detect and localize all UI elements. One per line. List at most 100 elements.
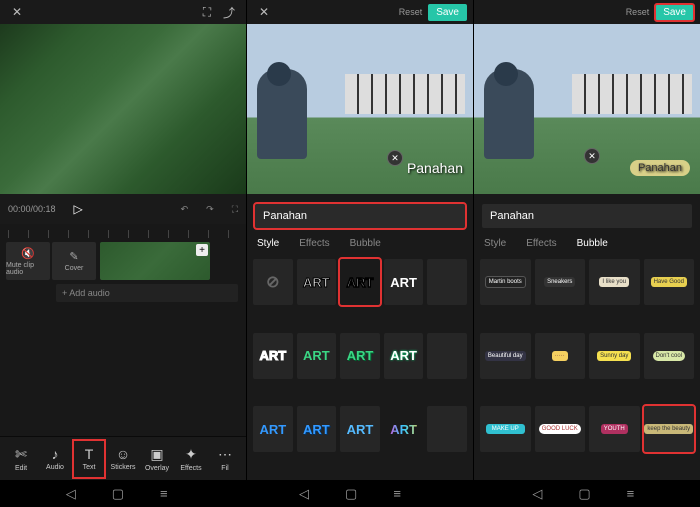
- style-option[interactable]: ART: [297, 333, 337, 379]
- cover-tile[interactable]: ✎ Cover: [52, 242, 96, 280]
- tab-style[interactable]: Style: [484, 238, 506, 249]
- cover-label: Cover: [65, 265, 84, 272]
- stickers-button[interactable]: ☺Stickers: [106, 439, 140, 479]
- bubble-label: Have Good: [651, 277, 687, 287]
- bubble-option[interactable]: GOOD LUCK: [535, 406, 586, 452]
- back-icon[interactable]: ◁: [532, 486, 542, 502]
- style-option[interactable]: [427, 259, 467, 305]
- mute-clip-tile[interactable]: 🔇 Mute clip audio: [6, 242, 50, 280]
- play-button[interactable]: ▷: [74, 202, 83, 216]
- bubble-option[interactable]: Don't cool: [644, 333, 695, 379]
- home-icon[interactable]: ▢: [112, 486, 124, 502]
- bubble-grid: Martin boots Sneakers I like you Have Go…: [474, 255, 700, 480]
- bubble-option[interactable]: Sneakers: [535, 259, 586, 305]
- edit-button[interactable]: ✄Edit: [4, 439, 38, 479]
- bubble-option-selected[interactable]: keep the beauty: [644, 406, 695, 452]
- undo-icon[interactable]: ↶: [181, 204, 189, 215]
- style-option-selected[interactable]: ART: [340, 259, 380, 305]
- bubble-option[interactable]: Martin boots: [480, 259, 531, 305]
- tab-effects[interactable]: Effects: [526, 238, 556, 249]
- bubble-label: keep the beauty: [644, 424, 693, 434]
- tab-bubble[interactable]: Bubble: [350, 238, 381, 249]
- reset-button[interactable]: Reset: [399, 7, 423, 17]
- fullscreen-icon[interactable]: ⛶: [232, 204, 238, 215]
- archery-targets: [572, 74, 692, 114]
- close-icon[interactable]: ✕: [255, 3, 273, 21]
- style-option[interactable]: ART: [340, 406, 380, 452]
- bubble-option[interactable]: Sunny day: [589, 333, 640, 379]
- recent-icon[interactable]: ≡: [160, 486, 168, 501]
- bubble-option[interactable]: I like you: [589, 259, 640, 305]
- text-button[interactable]: T Text: [72, 439, 106, 479]
- style-option[interactable]: ART: [253, 406, 293, 452]
- style-option[interactable]: ART: [384, 406, 424, 452]
- text-input[interactable]: [482, 204, 692, 228]
- expand-icon[interactable]: ⛶: [198, 3, 216, 21]
- close-icon[interactable]: ✕: [8, 3, 26, 21]
- video-preview[interactable]: ✕ Panahan: [474, 24, 700, 194]
- save-button[interactable]: Save: [428, 4, 467, 21]
- cover-icon: ✎: [69, 250, 78, 263]
- back-icon[interactable]: ◁: [299, 486, 309, 502]
- video-preview[interactable]: ✕ Panahan: [247, 24, 473, 194]
- add-audio-button[interactable]: + Add audio: [56, 284, 238, 302]
- caption-text[interactable]: Panahan: [630, 160, 690, 176]
- style-option[interactable]: [427, 333, 467, 379]
- tab-bubble[interactable]: Bubble: [577, 238, 608, 249]
- topbar: ✕ Reset Save: [247, 0, 473, 24]
- home-icon[interactable]: ▢: [578, 486, 590, 502]
- bubble-option[interactable]: YOUTH: [589, 406, 640, 452]
- overlay-button[interactable]: ▣ Overlay: [140, 439, 174, 479]
- tab-effects[interactable]: Effects: [299, 238, 329, 249]
- system-nav-bars: ◁ ▢ ≡ ◁ ▢ ≡ ◁ ▢ ≡: [0, 480, 700, 507]
- topbar: ✕ ⛶ ⤴: [0, 0, 246, 24]
- bubble-label: Beautiful day: [485, 351, 526, 361]
- timeline-ruler[interactable]: [8, 230, 238, 238]
- reset-button[interactable]: Reset: [626, 7, 650, 17]
- bubble-option[interactable]: Beautiful day: [480, 333, 531, 379]
- caption-text[interactable]: Panahan: [407, 160, 463, 176]
- add-clip-button[interactable]: +: [196, 244, 208, 256]
- more-button[interactable]: ⋯Fil: [208, 439, 242, 479]
- style-option[interactable]: [427, 406, 467, 452]
- effects-icon: ✦: [185, 446, 197, 463]
- text-label: Text: [83, 464, 96, 471]
- home-icon[interactable]: ▢: [345, 486, 357, 502]
- stickers-label: Stickers: [111, 464, 136, 471]
- effects-button[interactable]: ✦ Effects: [174, 439, 208, 479]
- editor-main-panel: ✕ ⛶ ⤴ 00:00/00:18 ▷ ↶ ↷ ⛶ 🔇 Mute clip au…: [0, 0, 247, 480]
- delete-caption-icon[interactable]: ✕: [387, 150, 403, 166]
- bubble-label: YOUTH: [601, 424, 628, 434]
- style-none[interactable]: ⊘: [253, 259, 293, 305]
- text-icon: T: [85, 446, 94, 462]
- text-input[interactable]: [255, 204, 465, 228]
- redo-icon[interactable]: ↷: [206, 204, 214, 215]
- timecode: 00:00/00:18: [8, 204, 56, 214]
- style-grid: ⊘ ART ART ART ART ART ART ART ART ART AR…: [247, 255, 473, 480]
- video-clip[interactable]: +: [100, 242, 210, 280]
- bubble-label: Sunny day: [597, 351, 631, 361]
- tab-style[interactable]: Style: [257, 238, 279, 249]
- effects-label: Effects: [180, 465, 201, 472]
- style-option[interactable]: ART: [384, 259, 424, 305]
- recent-icon[interactable]: ≡: [393, 486, 401, 501]
- video-preview[interactable]: [0, 24, 246, 194]
- recent-icon[interactable]: ≡: [627, 486, 635, 501]
- bubble-option[interactable]: ·····: [535, 333, 586, 379]
- overlay-label: Overlay: [145, 465, 169, 472]
- style-option[interactable]: ART: [253, 333, 293, 379]
- delete-caption-icon[interactable]: ✕: [584, 148, 600, 164]
- style-option[interactable]: ART: [297, 406, 337, 452]
- overlay-icon: ▣: [150, 446, 163, 463]
- bubble-option[interactable]: MAKE UP: [480, 406, 531, 452]
- save-button[interactable]: Save: [655, 4, 694, 21]
- back-icon[interactable]: ◁: [66, 486, 76, 502]
- style-option[interactable]: ART: [297, 259, 337, 305]
- audio-button[interactable]: ♪Audio: [38, 439, 72, 479]
- export-icon[interactable]: ⤴: [220, 3, 238, 21]
- bubble-label: MAKE UP: [486, 424, 525, 434]
- bubble-label: I like you: [599, 277, 629, 287]
- bubble-option[interactable]: Have Good: [644, 259, 695, 305]
- style-option[interactable]: ART: [340, 333, 380, 379]
- style-option[interactable]: ART: [384, 333, 424, 379]
